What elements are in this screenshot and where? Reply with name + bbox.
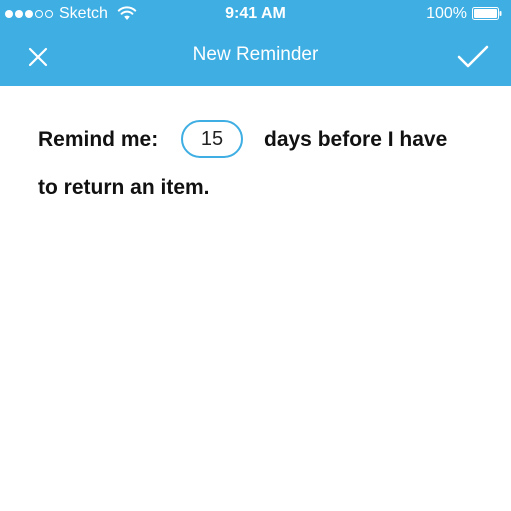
checkmark-icon — [457, 45, 489, 68]
confirm-button[interactable] — [453, 39, 493, 75]
page-title: New Reminder — [192, 44, 319, 65]
days-before-label: days before I have — [264, 128, 448, 151]
return-item-label: to return an item. — [38, 176, 210, 199]
nav-bar: New Reminder — [0, 28, 511, 86]
battery-percentage: 100% — [426, 5, 467, 22]
battery-icon — [472, 7, 502, 20]
remind-me-label: Remind me: — [38, 128, 159, 151]
header: Sketch 9:41 AM 100% New Reminder — [0, 0, 511, 86]
status-bar: Sketch 9:41 AM 100% — [0, 0, 511, 28]
days-input[interactable] — [181, 120, 243, 158]
reminder-line-1: Remind me: days before I have — [38, 120, 488, 160]
new-reminder-screen: Sketch 9:41 AM 100% New Reminder Remind … — [0, 0, 511, 511]
